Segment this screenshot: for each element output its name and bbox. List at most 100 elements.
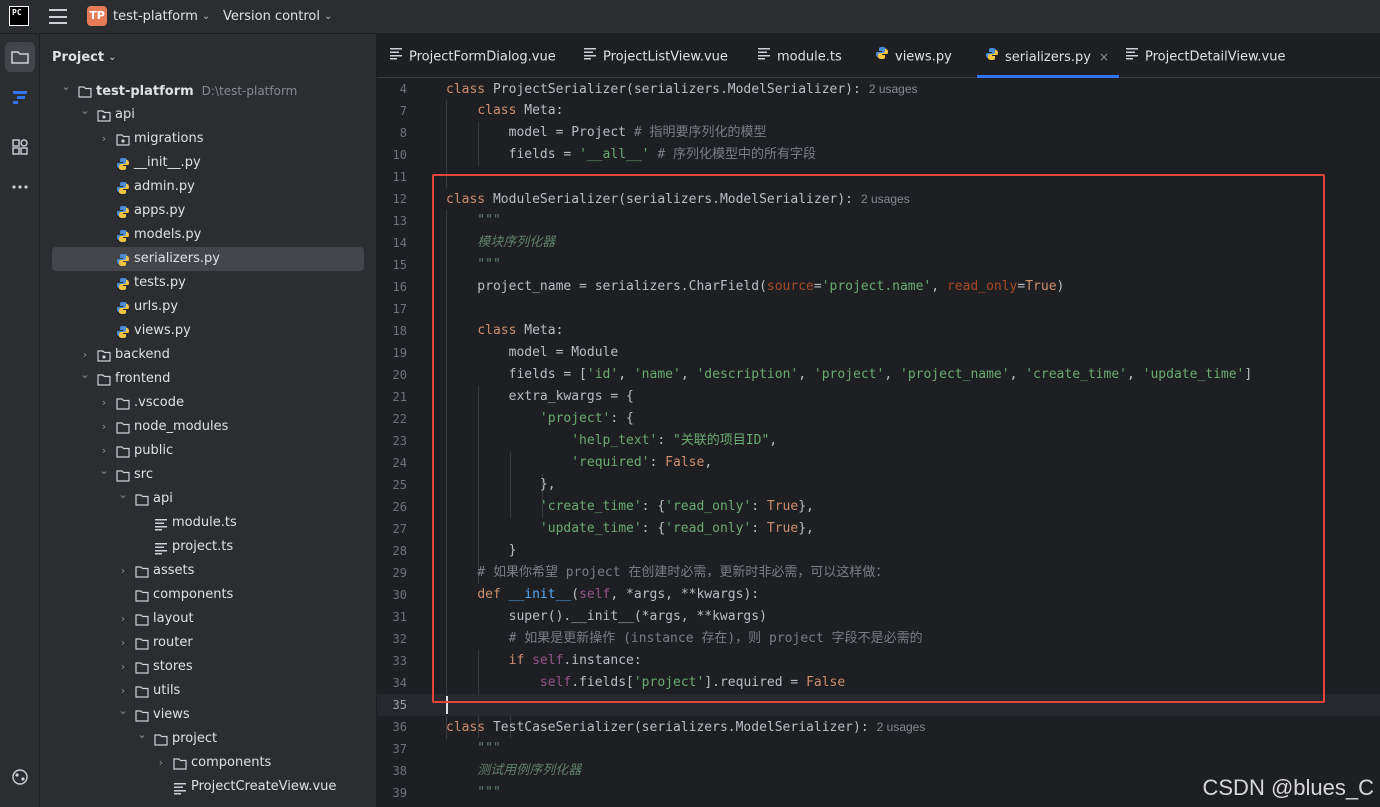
chevron-down-icon[interactable]: ⌄ — [136, 723, 148, 747]
tree-item[interactable]: urls.py — [52, 295, 364, 319]
chevron-down-icon[interactable]: ⌄ — [117, 483, 129, 507]
tree-item[interactable]: › layout — [52, 607, 364, 631]
tree-item-label: test-platform — [96, 84, 194, 99]
tree-item-text: test-platform D:\test-platform — [96, 79, 297, 104]
tab-label: ProjectListView.vue — [603, 49, 728, 65]
package-folder-icon — [97, 348, 111, 362]
text-file-icon — [389, 34, 403, 80]
tree-item-label: views.py — [134, 323, 191, 338]
more-tools-button[interactable] — [5, 172, 35, 202]
tree-item[interactable]: ⌄ frontend — [52, 367, 364, 391]
chevron-down-icon: ⌄ — [201, 11, 211, 22]
tree-item-label: layout — [153, 611, 194, 626]
usages-hint[interactable]: 2 usages — [877, 720, 926, 734]
tree-item[interactable]: › .vscode — [52, 391, 364, 415]
line-number: 20 — [392, 368, 407, 382]
tree-item[interactable]: ⌄ test-platform D:\test-platform — [52, 79, 364, 103]
tree-item[interactable]: admin.py — [52, 175, 364, 199]
folder-icon — [97, 372, 111, 386]
line-number: 23 — [392, 434, 407, 448]
tree-item[interactable]: ⌄ api — [52, 487, 364, 511]
tree-item[interactable]: ProjectCreateView.vue — [52, 775, 364, 799]
line-number: 34 — [392, 676, 407, 690]
editor-tab[interactable]: ProjectFormDialog.vue — [381, 34, 566, 78]
tree-item[interactable]: views.py — [52, 319, 364, 343]
python-file-icon — [985, 35, 999, 81]
tree-item[interactable]: › backend — [52, 343, 364, 367]
project-panel-header[interactable]: Project ⌄ — [52, 50, 116, 65]
editor-tab[interactable]: module.ts — [749, 34, 852, 78]
tree-item[interactable]: module.ts — [52, 511, 364, 535]
folder-icon — [135, 564, 149, 578]
tree-item-label: apps.py — [134, 203, 186, 218]
tree-item-label: frontend — [115, 371, 171, 386]
line-number: 8 — [399, 126, 407, 140]
tree-item[interactable]: ⌄ project — [52, 727, 364, 751]
chevron-right-icon[interactable]: › — [98, 391, 110, 415]
folder-icon — [154, 732, 168, 746]
more-icon — [12, 185, 28, 189]
chevron-right-icon[interactable]: › — [117, 607, 129, 631]
line-number: 37 — [392, 742, 407, 756]
line-number: 15 — [392, 258, 407, 272]
close-tab-icon[interactable]: × — [1099, 50, 1109, 64]
tree-item[interactable]: › components — [52, 751, 364, 775]
usages-hint[interactable]: 2 usages — [869, 82, 918, 96]
tree-item-label: module.ts — [172, 515, 237, 530]
project-tool-button[interactable] — [5, 42, 35, 72]
chevron-down-icon[interactable]: ⌄ — [98, 459, 110, 483]
chevron-right-icon[interactable]: › — [117, 631, 129, 655]
chevron-right-icon[interactable]: › — [98, 415, 110, 439]
text-file-icon — [757, 34, 771, 80]
tree-item[interactable]: project.ts — [52, 535, 364, 559]
editor-tab[interactable]: ProjectDetailView.vue — [1117, 34, 1296, 78]
tree-item-text: router — [153, 631, 193, 655]
tree-item[interactable]: › utils — [52, 679, 364, 703]
tree-item[interactable]: › node_modules — [52, 415, 364, 439]
tree-item[interactable]: ⌄ api — [52, 103, 364, 127]
chevron-down-icon[interactable]: ⌄ — [117, 699, 129, 723]
tree-item[interactable]: __init__.py — [52, 151, 364, 175]
chevron-right-icon[interactable]: › — [117, 559, 129, 583]
chevron-down-icon[interactable]: ⌄ — [60, 75, 72, 99]
editor-tab[interactable]: serializers.py × — [977, 34, 1119, 78]
folder-icon — [135, 708, 149, 722]
tree-item[interactable]: components — [52, 583, 364, 607]
editor-tab[interactable]: views.py — [867, 34, 962, 78]
tree-item[interactable]: models.py — [52, 223, 364, 247]
code-token: class — [477, 103, 525, 118]
chevron-right-icon[interactable]: › — [98, 127, 110, 151]
tree-item-text: stores — [153, 655, 193, 679]
tree-item-text: components — [153, 583, 233, 607]
folder-icon — [135, 612, 149, 626]
tree-item[interactable]: ⌄ views — [52, 703, 364, 727]
text-file-icon — [154, 540, 168, 555]
code-text: """ — [446, 782, 501, 804]
chevron-down-icon[interactable]: ⌄ — [79, 99, 91, 123]
line-number: 19 — [392, 346, 407, 360]
chevron-right-icon[interactable]: › — [155, 751, 167, 775]
tree-item[interactable]: tests.py — [52, 271, 364, 295]
project-badge[interactable]: TP — [87, 6, 107, 26]
structure-tool-button[interactable] — [5, 82, 35, 112]
tree-item-label: project.ts — [172, 539, 234, 554]
main-menu-icon[interactable] — [49, 9, 67, 24]
tree-item[interactable]: › assets — [52, 559, 364, 583]
plugins-tool-button[interactable] — [5, 132, 35, 162]
chevron-right-icon[interactable]: › — [117, 655, 129, 679]
chevron-down-icon[interactable]: ⌄ — [79, 363, 91, 387]
version-control-menu[interactable]: Version control ⌄ — [223, 0, 332, 34]
tree-item[interactable]: ⌄ src — [52, 463, 364, 487]
git-tool-button[interactable] — [5, 762, 35, 792]
editor-tab[interactable]: ProjectListView.vue — [575, 34, 738, 78]
tree-item[interactable]: › router — [52, 631, 364, 655]
tree-item[interactable]: › stores — [52, 655, 364, 679]
line-number: 12 — [392, 192, 407, 206]
tree-item[interactable]: serializers.py — [52, 247, 364, 271]
tree-item[interactable]: apps.py — [52, 199, 364, 223]
tree-item[interactable]: › migrations — [52, 127, 364, 151]
pycharm-logo-icon[interactable]: PC — [9, 6, 29, 26]
project-switcher[interactable]: test-platform ⌄ — [113, 0, 210, 34]
line-number: 10 — [392, 148, 407, 162]
